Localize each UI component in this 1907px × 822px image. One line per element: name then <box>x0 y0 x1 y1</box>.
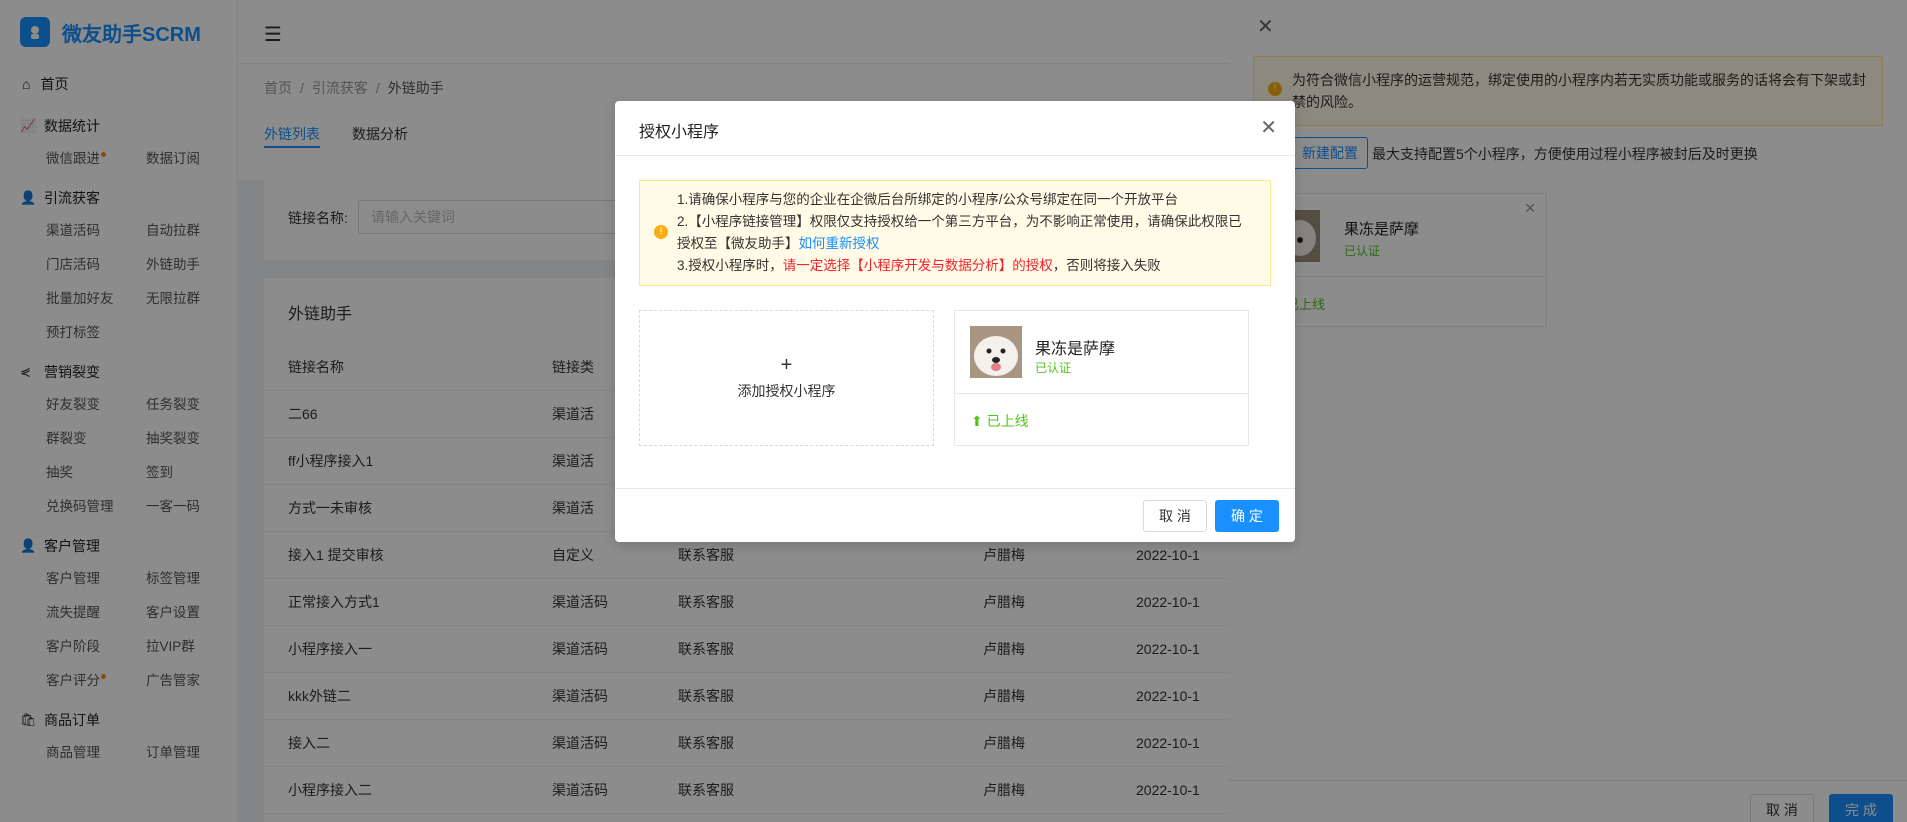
plus-icon: + <box>780 354 793 376</box>
warning-line-2-text: 2.【小程序链接管理】权限仅支持授权给一个第三方平台，为不影响正常使用，请确保此… <box>677 214 1242 251</box>
status-badge: ⬆ 已上线 <box>971 411 1029 431</box>
add-miniprogram-button[interactable]: + 添加授权小程序 <box>639 310 934 446</box>
modal-header: 授权小程序 ✕ <box>615 101 1295 156</box>
avatar <box>970 326 1022 378</box>
cancel-button[interactable]: 取 消 <box>1143 500 1207 532</box>
rocket-icon: ⬆ <box>971 413 987 429</box>
miniprogram-card[interactable]: 果冻是萨摩 已认证 ⬆ 已上线 <box>954 310 1249 446</box>
miniprogram-name: 果冻是萨摩 <box>1035 341 1116 358</box>
divider <box>955 393 1248 394</box>
add-miniprogram-label: 添加授权小程序 <box>737 383 836 399</box>
modal-warning: ! 1.请确保小程序与您的企业在企微后台所绑定的小程序/公众号绑定在同一个开放平… <box>639 180 1271 286</box>
authorize-miniprogram-modal: 授权小程序 ✕ ! 1.请确保小程序与您的企业在企微后台所绑定的小程序/公众号绑… <box>615 101 1295 542</box>
warning-line-3: 3.授权小程序时，请一定选择【小程序开发与数据分析】的授权，否则将接入失败 <box>677 255 1250 277</box>
warning-icon: ! <box>654 225 668 239</box>
warning-line-3-post: ，否则将接入失败 <box>1052 258 1161 273</box>
warning-line-2: 2.【小程序链接管理】权限仅支持授权给一个第三方平台，为不影响正常使用，请确保此… <box>677 211 1250 255</box>
warning-line-3-pre: 3.授权小程序时， <box>677 258 783 273</box>
close-icon[interactable]: ✕ <box>1260 115 1277 140</box>
warning-line-3-emphasis: 请一定选择【小程序开发与数据分析】的授权 <box>782 258 1053 273</box>
warning-line-1: 1.请确保小程序与您的企业在企微后台所绑定的小程序/公众号绑定在同一个开放平台 <box>677 192 1179 207</box>
reauthorize-link[interactable]: 如何重新授权 <box>799 236 880 251</box>
status-text: 已上线 <box>986 413 1029 429</box>
confirm-button[interactable]: 确 定 <box>1215 500 1279 532</box>
modal-title: 授权小程序 <box>639 124 720 141</box>
verified-badge: 已认证 <box>1035 361 1072 375</box>
